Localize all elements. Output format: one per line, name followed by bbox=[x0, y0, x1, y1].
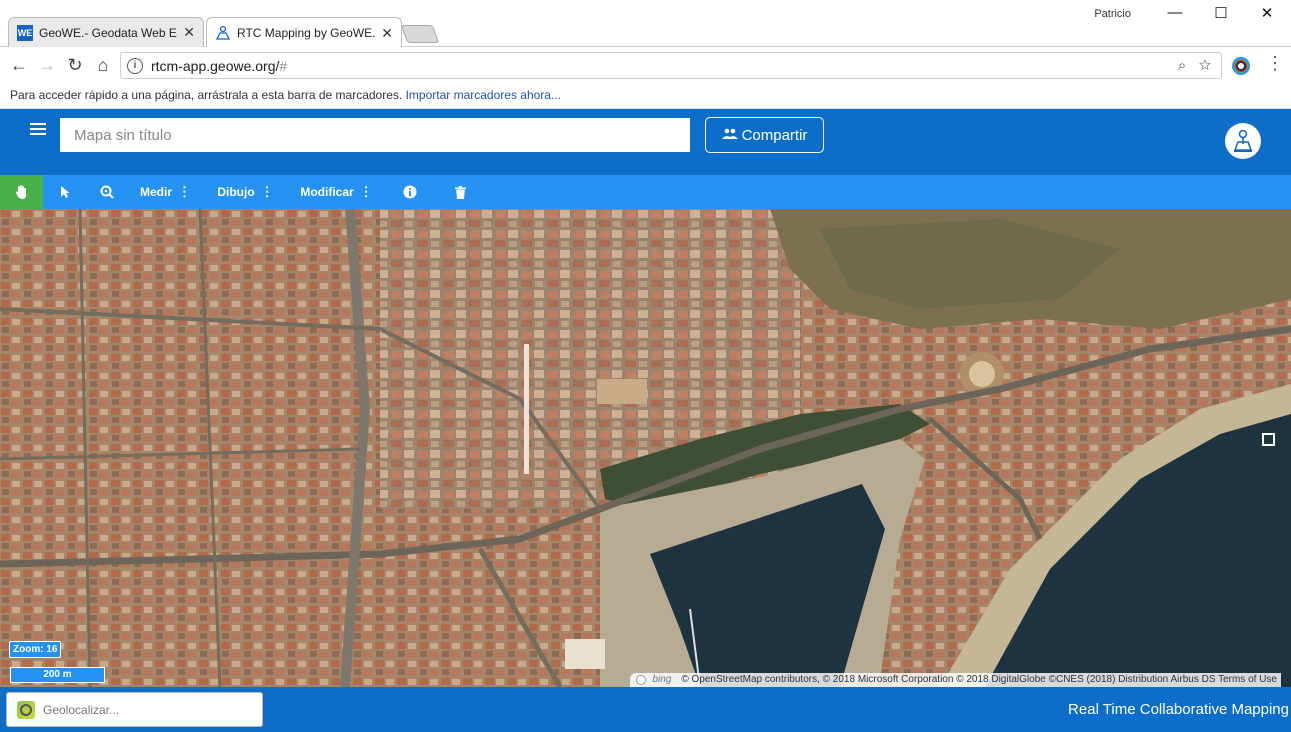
info-tool-button[interactable] bbox=[396, 175, 424, 209]
maximize-icon[interactable]: ☐ bbox=[1198, 4, 1244, 22]
modify-label: Modificar bbox=[300, 185, 354, 199]
hamburger-icon[interactable] bbox=[30, 123, 46, 138]
modify-kebab-icon: ⋮ bbox=[359, 184, 373, 199]
app-header: Compartir bbox=[0, 109, 1291, 175]
import-bookmarks-link[interactable]: Importar marcadores ahora... bbox=[406, 88, 561, 102]
rtc-favicon-icon bbox=[215, 25, 231, 41]
minimize-icon[interactable]: — bbox=[1152, 4, 1198, 21]
tab-label: GeoWE.- Geodata Web E bbox=[39, 25, 177, 40]
tab-label: RTC Mapping by GeoWE. bbox=[237, 26, 376, 40]
close-tab-icon[interactable]: ✕ bbox=[381, 25, 393, 42]
zoom-tool-button[interactable] bbox=[92, 175, 122, 209]
delete-tool-button[interactable] bbox=[446, 175, 474, 209]
avatar[interactable] bbox=[1225, 123, 1261, 159]
map-attribution: bing © OpenStreetMap contributors, © 201… bbox=[630, 673, 1281, 687]
trash-icon bbox=[454, 185, 466, 199]
zoom-search-icon bbox=[100, 185, 114, 199]
draw-menu-button[interactable]: Dibujo ⋮ bbox=[214, 175, 276, 209]
bookmark-hint: Para acceder rápido a una página, arrást… bbox=[10, 88, 403, 102]
geowe-favicon-icon: WE bbox=[17, 24, 33, 41]
footer-brand-text: Real Time Collaborative Mapping bbox=[1068, 701, 1289, 718]
address-row: ← → ↻ ⌂ i rtcm-app.geowe.org/# ⌕ ☆ ⋮ bbox=[0, 47, 1291, 85]
browser-menu-icon[interactable]: ⋮ bbox=[1266, 53, 1284, 74]
draw-label: Dibujo bbox=[217, 185, 255, 199]
forward-icon[interactable]: → bbox=[35, 55, 59, 76]
home-icon[interactable]: ⌂ bbox=[91, 55, 115, 76]
extension-icon[interactable] bbox=[1232, 57, 1250, 75]
info-icon bbox=[403, 185, 417, 199]
window-close-icon[interactable]: ✕ bbox=[1244, 4, 1290, 22]
pan-tool-button[interactable] bbox=[0, 175, 43, 209]
measure-label: Medir bbox=[139, 185, 172, 199]
browser-tab-rtc-mapping[interactable]: RTC Mapping by GeoWE. ✕ bbox=[206, 17, 402, 48]
close-tab-icon[interactable]: ✕ bbox=[183, 24, 195, 41]
modify-menu-button[interactable]: Modificar ⋮ bbox=[298, 175, 374, 209]
back-icon[interactable]: ← bbox=[7, 55, 31, 76]
zoom-level-badge: Zoom: 16 bbox=[9, 641, 62, 658]
map-title-input[interactable] bbox=[60, 118, 690, 152]
satellite-imagery bbox=[0, 209, 1291, 687]
map-viewport[interactable]: Zoom: 16 200 m bing © OpenStreetMap cont… bbox=[0, 209, 1291, 687]
fullscreen-icon[interactable] bbox=[1262, 433, 1275, 446]
browser-titlebar: WE GeoWE.- Geodata Web E ✕ RTC Mapping b… bbox=[0, 0, 1291, 48]
url-text: rtcm-app.geowe.org/ bbox=[151, 57, 280, 74]
draw-kebab-icon: ⋮ bbox=[260, 184, 274, 199]
app-footer: Real Time Collaborative Mapping bbox=[0, 687, 1291, 732]
new-tab-button[interactable] bbox=[400, 25, 440, 43]
pointer-icon bbox=[61, 186, 70, 198]
measure-kebab-icon: ⋮ bbox=[178, 184, 191, 199]
share-button[interactable]: Compartir bbox=[705, 117, 824, 153]
attribution-info-icon[interactable] bbox=[636, 675, 647, 685]
address-bar[interactable]: i rtcm-app.geowe.org/# ⌕ ☆ bbox=[120, 52, 1222, 79]
bing-logo: bing bbox=[652, 674, 672, 685]
zoom-magnifier-icon[interactable]: ⌕ bbox=[1178, 57, 1186, 74]
browser-tab-geowe[interactable]: WE GeoWE.- Geodata Web E ✕ bbox=[8, 17, 204, 47]
geolocate-input[interactable] bbox=[43, 702, 243, 717]
geolocate-icon bbox=[17, 700, 35, 719]
url-hash: # bbox=[279, 57, 288, 74]
bookmark-star-icon[interactable]: ☆ bbox=[1199, 57, 1211, 74]
people-icon bbox=[721, 128, 738, 143]
reload-icon[interactable]: ↻ bbox=[63, 55, 87, 76]
map-toolbar: Medir ⋮ Dibujo ⋮ Modificar ⋮ bbox=[0, 175, 1291, 209]
hand-pan-icon bbox=[15, 185, 26, 199]
attribution-text: © OpenStreetMap contributors, © 2018 Mic… bbox=[681, 674, 1277, 685]
measure-menu-button[interactable]: Medir ⋮ bbox=[136, 175, 194, 209]
bookmark-bar: Para acceder rápido a una página, arrást… bbox=[0, 85, 1291, 109]
scale-bar: 200 m bbox=[10, 667, 105, 683]
omnibox-actions: ⌕ ☆ bbox=[1178, 57, 1211, 74]
geolocate-box[interactable] bbox=[6, 692, 263, 727]
site-info-icon[interactable]: i bbox=[127, 57, 143, 74]
select-tool-button[interactable] bbox=[50, 175, 80, 209]
browser-user-name[interactable]: Patricio bbox=[1094, 8, 1131, 20]
share-label: Compartir bbox=[741, 126, 808, 144]
